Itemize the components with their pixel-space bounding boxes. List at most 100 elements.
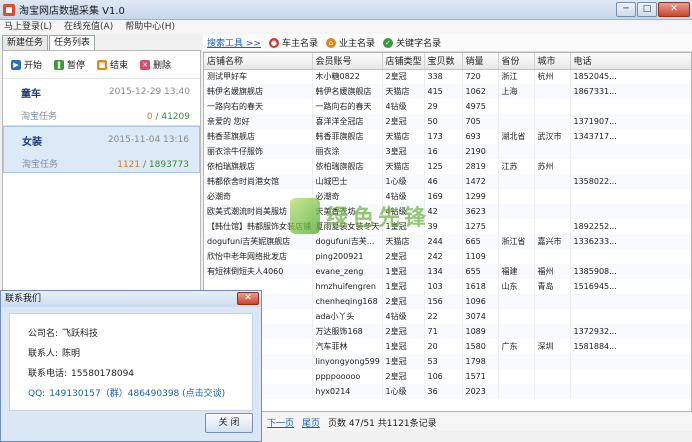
table-cell: 韩都依舍时尚港女馆 <box>204 174 313 189</box>
table-row[interactable]: 欣怡中老年网络批发店 ping200921 2皇冠 242 1109 <box>204 249 691 264</box>
table-cell <box>534 204 571 219</box>
table-row[interactable]: 一路向右的春天 一路向右的春天 4钻级 29 4975 <box>204 99 691 114</box>
table-cell: 天猫店 <box>382 84 425 99</box>
dialog-close-button[interactable]: 关 闭 <box>205 413 253 433</box>
column-header[interactable]: 城市 <box>534 53 571 70</box>
column-header[interactable]: 销量 <box>462 53 499 70</box>
table-row[interactable]: dogufuni吉芙妮旗舰店 dogufuni吉芙... 天猫店 244 665 浙江省嘉… <box>204 234 691 249</box>
table-row[interactable]: 店汽车菲林1皇冠201580广东深圳1581884... <box>204 339 691 354</box>
task-toolbar: ▶ 开始 ❚ 暂停 ■ 结束 ✕ 删除 <box>3 51 200 79</box>
table-cell: 1皇冠 <box>382 219 425 234</box>
keyword-directory-button[interactable]: ✓ 关键字名录 <box>382 36 441 49</box>
table-cell: 244 <box>424 234 463 249</box>
close-button[interactable]: ✕ <box>658 2 690 17</box>
table-row[interactable]: 装店linyongyong5991皇冠531798 <box>204 354 691 369</box>
table-cell: 天猫店 <box>382 159 425 174</box>
table-row[interactable]: ada小丫头 4钻级 22 3074 <box>204 309 691 324</box>
dialog-close-icon[interactable]: ✕ <box>237 292 259 305</box>
table-cell: 156 <box>424 294 463 309</box>
table-cell: 665 <box>462 234 499 249</box>
table-cell: 【韩仕馆】韩都服饰女装店铺 <box>204 219 313 234</box>
column-header[interactable]: 店铺名称 <box>204 53 313 70</box>
minimize-button[interactable]: ─ <box>616 2 636 17</box>
shop-data-table[interactable]: 店铺名称 会员账号 店铺类型 宝贝数 销量 省份 城市 电话 测试甲好车 木小糖0822 2皇冠 3… <box>203 52 692 412</box>
table-cell: 1516945... <box>570 279 691 294</box>
table-row[interactable]: 韩伊名媛旗舰店 韩伊名媛旗舰店 天猫店 415 1062 上海 1867331... <box>204 84 691 99</box>
qq-value[interactable]: 149130157（群）486490398 (点击交谈) <box>49 389 225 399</box>
table-cell: 1581884... <box>570 339 691 354</box>
table-cell <box>570 159 691 174</box>
table-cell: 喜洋洋全冠店 <box>312 114 383 129</box>
task-item[interactable]: 女装 淘宝任务 2015-11-04 13:16 1121 / 1893773 <box>3 126 200 173</box>
table-cell: 720 <box>462 69 499 84</box>
search-tools-link[interactable]: 搜索工具 >> <box>207 36 261 49</box>
task-tool-label: 开始 <box>24 61 43 71</box>
car-owner-directory-button[interactable]: ● 车主名录 <box>268 36 318 49</box>
table-cell: hyx0214 <box>312 384 383 399</box>
table-row[interactable]: hyx0214 1心级 36 2023 <box>204 384 691 399</box>
table-row[interactable]: 测试甲好车 木小糖0822 2皇冠 338 720 浙江 杭州 1852045... <box>204 69 691 84</box>
table-row[interactable]: chenheqing168 2皇冠 156 1096 <box>204 294 691 309</box>
column-header[interactable]: 宝贝数 <box>424 53 463 70</box>
table-row[interactable]: ppppooooo 2皇冠 106 1571 <box>204 369 691 384</box>
tab-new-task[interactable]: 新建任务 <box>2 35 49 50</box>
menu-recharge[interactable]: 在线充值(A) <box>64 20 113 34</box>
table-cell: 苏州 <box>534 159 571 174</box>
task-delete-button[interactable]: ✕ 删除 <box>140 58 171 71</box>
phone-value: 15580178094 <box>71 369 135 379</box>
table-row[interactable]: hmzhuifengren 1皇冠 103 1618 山东 青岛 1516945... <box>204 279 691 294</box>
table-cell: dogufuni吉芙... <box>312 234 383 249</box>
table-row[interactable]: 丽衣涂牛仔服饰 丽衣涂 3皇冠 16 2190 <box>204 144 691 159</box>
table-row[interactable]: 亲爱的 您好 喜洋洋全冠店 2皇冠 50 705 1371907... <box>204 114 691 129</box>
table-cell <box>498 309 535 324</box>
column-header[interactable]: 电话 <box>570 53 691 70</box>
table-cell <box>570 354 691 369</box>
next-page-link[interactable]: 下一页 <box>267 416 294 429</box>
menu-login[interactable]: 马上登录(L) <box>4 20 52 34</box>
table-cell: 1心级 <box>382 174 425 189</box>
table-row[interactable]: 依柏瑞旗舰店 依柏瑞旗舰店 天猫店 125 2819 江苏 苏州 <box>204 159 691 174</box>
table-row[interactable]: 万达服饰168 2皇冠 71 1089 1372932... <box>204 324 691 339</box>
column-header[interactable]: 店铺类型 <box>382 53 425 70</box>
table-cell: 欧美式潮流时尚美服坊 <box>204 204 313 219</box>
task-stop-button[interactable]: ■ 结束 <box>97 58 128 71</box>
qq-row[interactable]: QQ: 149130157（群）486490398 (点击交谈) <box>28 386 252 406</box>
table-cell <box>498 144 535 159</box>
homeowner-directory-button[interactable]: ⌂ 业主名录 <box>325 36 375 49</box>
task-play-button[interactable]: ▶ 开始 <box>11 58 42 71</box>
tab-task-list[interactable]: 任务列表 <box>49 35 96 51</box>
table-row[interactable]: 【韩仕馆】韩都服饰女装店铺 夏雨夏装女装冬天 1皇冠 39 1275 1892252... <box>204 219 691 234</box>
last-page-link[interactable]: 尾页 <box>302 416 320 429</box>
table-cell: 韩香菲旗舰店 <box>204 129 313 144</box>
table-cell: 一路向右的春天 <box>312 99 383 114</box>
table-cell: 39 <box>424 219 463 234</box>
task-pause-button[interactable]: ❚ 暂停 <box>54 58 85 71</box>
maximize-button[interactable]: □ <box>637 2 657 17</box>
menu-help[interactable]: 帮助中心(H) <box>125 20 175 34</box>
table-row[interactable]: 有短袜倒短夫人4060 evane_zeng 1皇冠 134 655 福建 福州 138590… <box>204 264 691 279</box>
table-row[interactable]: 韩都依舍时尚港女馆 山城巴士 1心级 46 1472 1358022... <box>204 174 691 189</box>
table-cell <box>534 174 571 189</box>
car-icon: ● <box>268 37 279 48</box>
table-row[interactable]: 必潮奇 必潮奇 4钻级 169 1299 <box>204 189 691 204</box>
table-cell: 湖北省 <box>498 129 535 144</box>
table-cell: 71 <box>424 324 463 339</box>
column-header[interactable]: 省份 <box>498 53 535 70</box>
table-cell: 测试甲好车 <box>204 69 313 84</box>
task-item[interactable]: 童车 淘宝任务 2015-12-29 13:40 0 / 41209 <box>3 79 200 126</box>
table-cell: 浙江 <box>498 69 535 84</box>
table-row[interactable]: 欧美式潮流时尚美服坊 天美香衣坊 4钻级 42 3623 <box>204 204 691 219</box>
table-cell: 3623 <box>462 204 499 219</box>
qq-label: QQ: <box>28 389 46 399</box>
table-cell: 242 <box>424 249 463 264</box>
column-header[interactable]: 会员账号 <box>312 53 383 70</box>
task-progress: 0 / 41209 <box>146 112 190 122</box>
dialog-body: 公司名: 飞跃科技 联系人: 陈明 联系电话: 15580178094 QQ: 1491… <box>9 313 253 411</box>
table-cell: 1089 <box>462 324 499 339</box>
table-cell: 1892252... <box>570 219 691 234</box>
table-cell: 浙江省 <box>498 234 535 249</box>
table-cell <box>570 189 691 204</box>
table-row[interactable]: 韩香菲旗舰店 韩香菲旗舰店 天猫店 173 693 湖北省 武汉市 1343717... <box>204 129 691 144</box>
search-toolbar: 搜索工具 >> ● 车主名录 ⌂ 业主名录 ✓ 关键字名录 <box>203 34 692 52</box>
table-cell: 3074 <box>462 309 499 324</box>
